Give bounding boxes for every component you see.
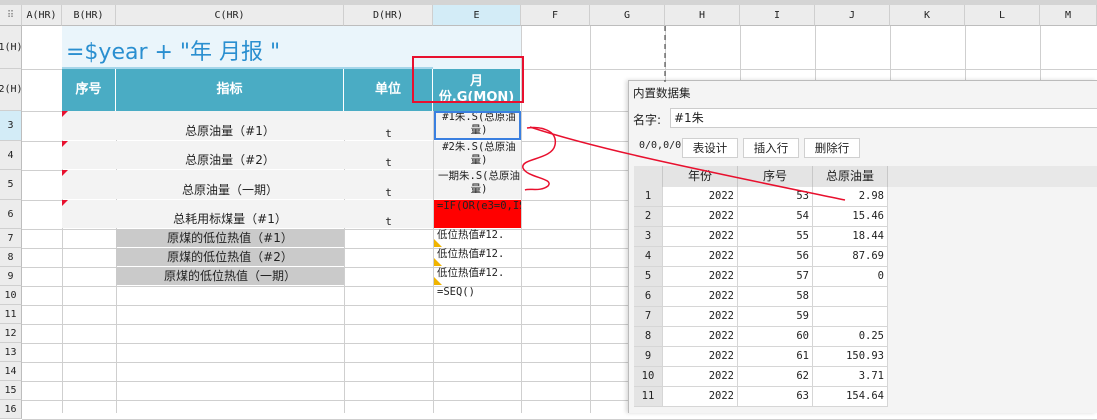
annotation-arrow-line — [529, 126, 846, 201]
annotation-scribble — [522, 126, 556, 191]
annotation-overlay — [412, 26, 846, 201]
annotation-box — [412, 56, 524, 103]
